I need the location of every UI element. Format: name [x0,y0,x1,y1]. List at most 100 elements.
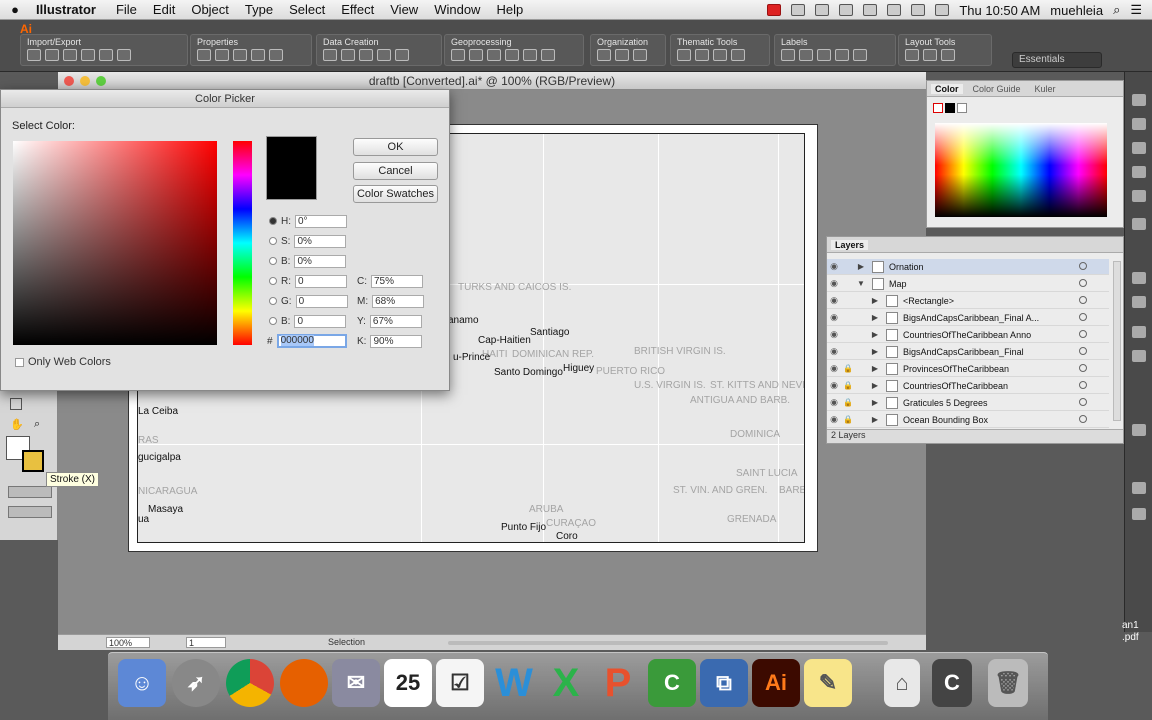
spotlight-icon[interactable]: ⌕ [1113,2,1120,18]
layer-row[interactable]: ◉ 🔒 ▶ CountriesOfTheCaribbean [827,378,1109,394]
notification-icon[interactable]: ☰ [1130,2,1142,18]
transparency-icon[interactable] [1132,296,1146,308]
minimize-icon[interactable] [80,76,90,86]
target-icon[interactable] [1079,330,1087,338]
firefox-icon[interactable] [280,659,328,707]
stroke-swatch[interactable] [22,450,44,472]
expand-icon[interactable]: ▶ [869,415,881,424]
union-icon[interactable] [505,49,519,61]
target-icon[interactable] [1079,381,1087,389]
expand-icon[interactable]: ▶ [869,381,881,390]
grid-icon[interactable] [197,49,211,61]
polygon-icon[interactable] [395,49,409,61]
green-input[interactable]: 0 [295,294,348,308]
excel-icon[interactable]: X [542,659,590,707]
list-icon[interactable] [251,49,265,61]
paragraph-icon[interactable] [1132,508,1146,520]
layer-row[interactable]: ◉ 🔒 ▶ Graticules 5 Degrees [827,395,1109,411]
color-field[interactable] [13,141,217,345]
lock-icon[interactable]: 🔒 [841,364,855,373]
apple-icon[interactable]: ● [0,2,30,17]
expand-icon[interactable]: ▶ [869,364,881,373]
green-radio[interactable] [269,297,277,305]
color-swatches-button[interactable]: Color Swatches [353,185,438,203]
layer-row[interactable]: ◉ ▶ <Rectangle> [827,293,1109,309]
word-icon[interactable]: W [490,659,538,707]
hue-input[interactable]: 0° [295,214,347,228]
layer-row[interactable]: ◉ 🔒 ▶ Ocean Bounding Box [827,412,1109,428]
lock-icon[interactable]: 🔒 [841,381,855,390]
visibility-icon[interactable]: ◉ [827,397,841,408]
stickies-icon[interactable]: ✎ [804,659,852,707]
import-icon[interactable] [27,49,41,61]
label-icon[interactable] [781,49,795,61]
layer-row[interactable]: ◉ ▶ Ornation [827,259,1109,275]
hand-tool-icon[interactable]: ✋ [10,418,24,431]
only-web-colors[interactable]: Only Web Colors [15,356,111,368]
artboard-field[interactable]: 1 [186,637,226,648]
point-icon[interactable] [323,49,337,61]
layer-row[interactable]: ◉ ▶ BigsAndCapsCaribbean_Final A... [827,310,1109,326]
target-icon[interactable] [1079,296,1087,304]
graphic-styles-icon[interactable] [1132,118,1146,130]
saturation-input[interactable]: 0% [294,234,347,248]
volume-icon[interactable] [911,4,926,16]
expand-icon[interactable]: ▶ [869,398,881,407]
color-spectrum[interactable] [935,123,1107,217]
hex-input[interactable]: 000000 [276,334,347,348]
tab-kuler[interactable]: Kuler [1031,84,1060,94]
menu-type[interactable]: Type [245,2,273,17]
launchpad-icon[interactable]: ➶ [172,659,220,707]
dropbox-icon[interactable] [815,4,830,16]
gradient-icon[interactable] [1132,272,1146,284]
menu-help[interactable]: Help [496,2,523,17]
swatches-icon[interactable] [1132,190,1146,202]
menu-select[interactable]: Select [289,2,325,17]
layer-icon[interactable] [63,49,77,61]
filter-icon[interactable] [99,49,113,61]
layers-scrollbar[interactable] [1113,261,1121,421]
powerpoint-icon[interactable]: P [594,659,642,707]
align-icon[interactable] [1132,326,1146,338]
target-icon[interactable] [1079,364,1087,372]
brightness-radio[interactable] [269,257,277,265]
label-move-icon[interactable] [817,49,831,61]
clock[interactable]: Thu 10:50 AM [959,3,1040,18]
visibility-icon[interactable]: ◉ [827,312,841,323]
north-arrow-icon[interactable] [923,49,937,61]
black-input[interactable]: 90% [370,334,423,348]
collapse-icon[interactable]: ▼ [855,279,867,288]
target-icon[interactable] [1079,279,1087,287]
bluetooth-icon[interactable] [863,4,878,16]
visibility-icon[interactable]: ◉ [827,329,841,340]
screen-mode-icon[interactable] [8,506,52,518]
lock-icon[interactable]: 🔒 [841,398,855,407]
trash-icon[interactable]: 🗑 [988,659,1028,707]
none-swatch[interactable] [933,103,943,113]
visibility-icon[interactable]: ◉ [827,346,841,357]
intersect-icon[interactable] [523,49,537,61]
text-icon[interactable] [853,49,867,61]
sync-icon[interactable] [839,4,854,16]
target-icon[interactable] [1079,262,1087,270]
appearance-icon[interactable] [1132,94,1146,106]
camtasia-recorder-icon[interactable]: C [932,659,972,707]
current-tool[interactable]: Selection [328,637,365,647]
visibility-icon[interactable]: ◉ [827,363,841,374]
wifi-icon[interactable] [887,4,902,16]
export-icon[interactable] [45,49,59,61]
color-ramp-icon[interactable] [713,49,727,61]
mail-icon[interactable]: ✉ [332,659,380,707]
creative-cloud-icon[interactable] [791,4,806,16]
label-type-icon[interactable] [835,49,849,61]
node-icon[interactable] [377,49,391,61]
symbols-icon[interactable] [1132,166,1146,178]
blue-input[interactable]: 0 [294,314,347,328]
zoom-field[interactable]: 100% [106,637,150,648]
layer-row[interactable]: ◉ ▶ BigsAndCapsCaribbean_Final [827,344,1109,360]
visibility-icon[interactable]: ◉ [827,295,841,306]
finder-icon[interactable]: ☺ [118,659,166,707]
white-swatch[interactable] [957,103,967,113]
menu-file[interactable]: File [116,2,137,17]
settings-icon[interactable] [731,49,745,61]
